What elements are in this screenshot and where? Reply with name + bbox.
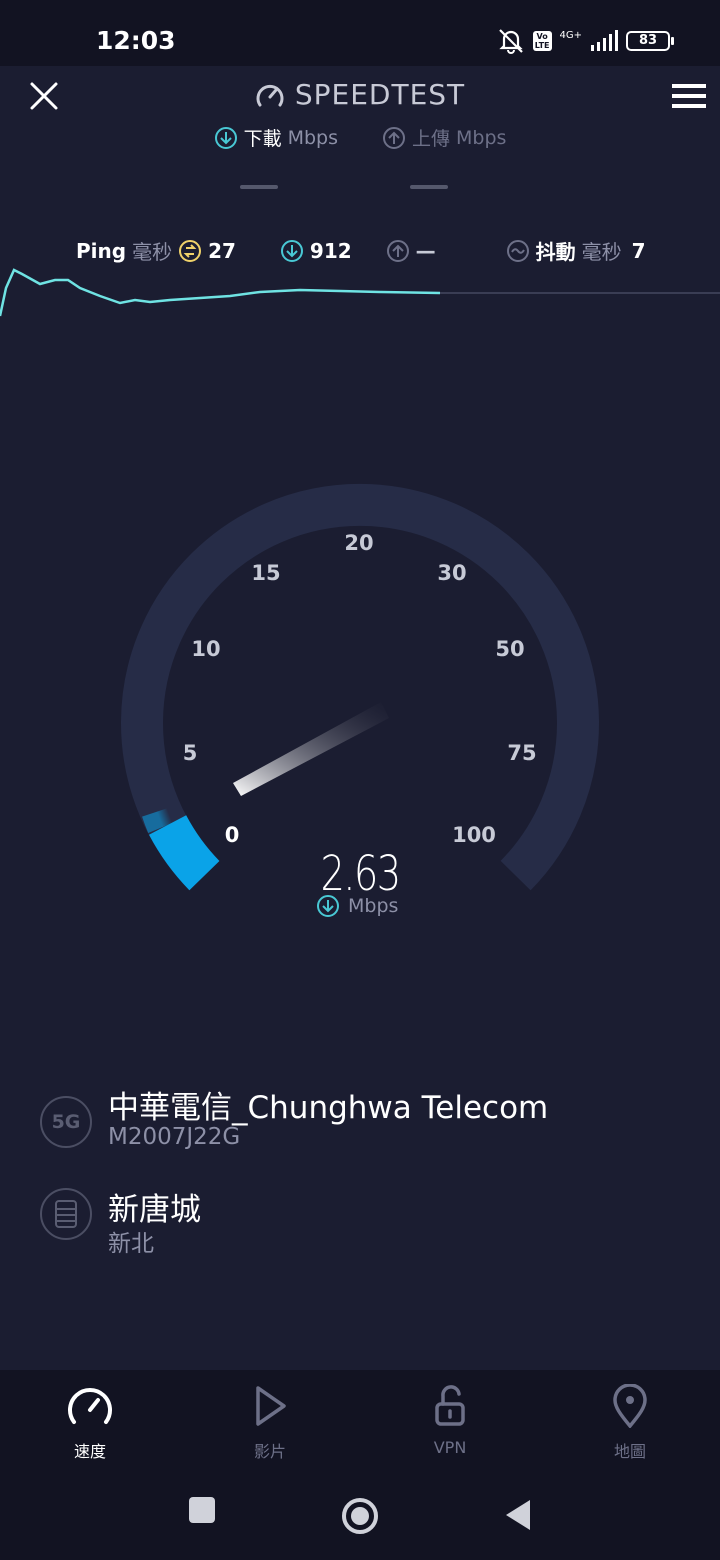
speed-unit: Mbps <box>316 894 398 918</box>
status-icons: Vo LTE 4G+ 83 <box>497 28 674 54</box>
gauge-scale-label: 30 <box>437 561 466 585</box>
speed-unit-label: Mbps <box>348 895 399 917</box>
gauge-track <box>121 483 599 891</box>
network-badge: 5G <box>51 1111 81 1133</box>
server-name[interactable]: 新唐城 <box>108 1184 201 1229</box>
gauge-scale-label: 20 <box>344 531 373 555</box>
nav-speed[interactable]: 速度 <box>30 1384 150 1462</box>
circle-icon <box>342 1498 378 1534</box>
menu-icon[interactable] <box>672 82 708 110</box>
tab-download-unit: Mbps <box>287 126 338 149</box>
tab-upload-unit: Mbps <box>456 126 507 149</box>
app-title-bar: SPEEDTEST <box>0 78 720 116</box>
system-home-button[interactable] <box>340 1496 380 1540</box>
nav-map[interactable]: 地圖 <box>570 1383 690 1462</box>
nav-vpn-label: VPN <box>433 1438 467 1457</box>
speed-graph <box>0 268 720 317</box>
network-type: 4G+ <box>559 29 583 41</box>
system-recents-button[interactable] <box>188 1496 216 1528</box>
upload-result-placeholder <box>410 185 448 189</box>
gauge-scale-label: 10 <box>191 637 220 661</box>
battery-icon: 83 <box>626 31 674 51</box>
download-icon <box>317 895 339 917</box>
tab-upload[interactable]: 上傳 Mbps <box>382 124 506 151</box>
server-location: 新北 <box>108 1231 154 1257</box>
server-icon <box>40 1188 92 1240</box>
unlock-icon <box>435 1385 465 1426</box>
back-triangle-icon <box>506 1500 530 1530</box>
nav-video[interactable]: 影片 <box>210 1384 330 1462</box>
gauge-scale-label: 5 <box>183 741 198 765</box>
download-icon <box>214 126 237 149</box>
gauge-needle <box>233 702 389 796</box>
gauge-progress <box>149 814 220 891</box>
isp-name[interactable]: 中華電信_Chunghwa Telecom <box>108 1082 548 1127</box>
gauge-scale-label: 100 <box>452 823 496 847</box>
tab-download[interactable]: 下載 Mbps <box>214 124 338 151</box>
square-icon <box>189 1497 215 1523</box>
tab-download-label: 下載 <box>243 128 282 150</box>
nav-speed-label: 速度 <box>73 1442 106 1461</box>
device-model: M2007J22G <box>108 1124 241 1150</box>
gauge-scale-label: 50 <box>495 637 524 661</box>
nav-vpn[interactable]: VPN <box>390 1384 510 1457</box>
gauge-scale-label: 0 <box>225 823 240 847</box>
status-time: 12:03 <box>96 26 176 55</box>
app-title: SPEEDTEST <box>294 78 466 111</box>
nav-map-label: 地圖 <box>613 1442 646 1461</box>
upload-icon <box>383 126 405 149</box>
gauge-scale: 0 5 10 15 20 30 50 75 100 <box>183 531 537 847</box>
network-5g-icon: 5G <box>40 1096 92 1148</box>
mute-icon <box>499 29 523 54</box>
play-icon <box>256 1386 286 1426</box>
download-result-placeholder <box>240 185 278 189</box>
system-back-button[interactable] <box>504 1498 532 1536</box>
tab-upload-label: 上傳 <box>412 128 451 150</box>
speedometer-icon <box>68 1388 112 1424</box>
gauge-glow <box>142 803 188 834</box>
gauge-scale-label: 15 <box>251 561 280 585</box>
speed-gauge: 0 5 10 15 20 30 50 75 100 <box>121 483 599 891</box>
volte-icon: Vo LTE <box>532 31 552 51</box>
speedometer-icon <box>256 84 284 106</box>
map-pin-icon <box>613 1383 647 1429</box>
status-bar: 12:03 Vo LTE 4G+ 83 <box>0 0 720 66</box>
nav-video-label: 影片 <box>253 1442 286 1461</box>
download-graph-line <box>0 268 441 317</box>
gauge-scale-label: 75 <box>507 741 536 765</box>
test-tabs: 下載 Mbps 上傳 Mbps <box>0 124 720 151</box>
signal-icon <box>591 30 618 51</box>
